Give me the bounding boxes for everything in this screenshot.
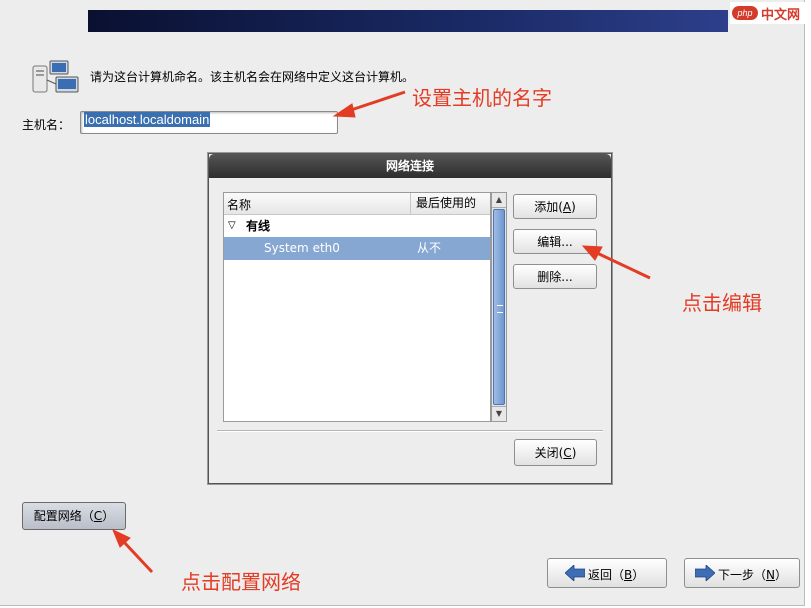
scroll-down-arrow-icon[interactable]: ▼ (492, 406, 506, 421)
column-header-name[interactable]: 名称 (227, 196, 251, 213)
scroll-up-arrow-icon[interactable]: ▲ (492, 193, 506, 208)
column-header-last-used[interactable]: 最后使用的 (410, 193, 476, 214)
delete-button[interactable]: 删除... (513, 264, 597, 289)
network-computers-icon (32, 60, 79, 93)
watermark-text: 中文网 (761, 7, 801, 22)
expand-triangle-icon[interactable]: ▽ (228, 215, 236, 237)
intro-text: 请为这台计算机命名。该主机名会在网络中定义这台计算机。 (90, 70, 415, 84)
scroll-thumb[interactable] (493, 209, 505, 405)
next-button[interactable]: 下一步（N） (684, 558, 800, 588)
dialog-separator (217, 430, 603, 432)
connection-list[interactable]: 名称 最后使用的 ▽ 有线 System eth0 从不 (223, 192, 491, 422)
edit-annotation: 点击编辑 (682, 291, 762, 315)
hostname-label: 主机名： (22, 118, 71, 132)
scroll-grip-icon (497, 305, 503, 313)
group-label: 有线 (246, 219, 271, 233)
list-scrollbar[interactable]: ▲ ▼ (491, 192, 507, 422)
hostname-annotation: 设置主机的名字 (412, 86, 552, 110)
configure-network-button[interactable]: 配置网络（C） (22, 502, 126, 530)
config-annotation: 点击配置网络 (181, 570, 301, 594)
connection-row[interactable]: System eth0 从不 (224, 237, 490, 260)
connection-name: System eth0 (264, 241, 340, 255)
back-arrow-icon (565, 565, 585, 581)
header-banner (88, 10, 728, 32)
list-header: 名称 最后使用的 (224, 193, 490, 215)
edit-button[interactable]: 编辑... (513, 229, 597, 254)
group-wired[interactable]: ▽ 有线 (224, 215, 490, 237)
dialog-title: 网络连接 (209, 154, 611, 178)
hostname-value: localhost.localdomain (84, 112, 211, 127)
add-button[interactable]: 添加(A) (513, 194, 597, 219)
watermark-logo: php 中文网 (730, 2, 811, 24)
hostname-input[interactable]: localhost.localdomain (80, 111, 338, 134)
connection-last-used: 从不 (417, 241, 442, 255)
network-connections-dialog: 网络连接 名称 最后使用的 ▽ 有线 System eth0 从不 ▲ ▼ 添加… (208, 153, 612, 484)
close-button[interactable]: 关闭(C) (514, 439, 597, 466)
next-arrow-icon (695, 565, 715, 581)
back-button[interactable]: 返回（B） (547, 558, 667, 588)
watermark-badge: php (732, 6, 758, 20)
